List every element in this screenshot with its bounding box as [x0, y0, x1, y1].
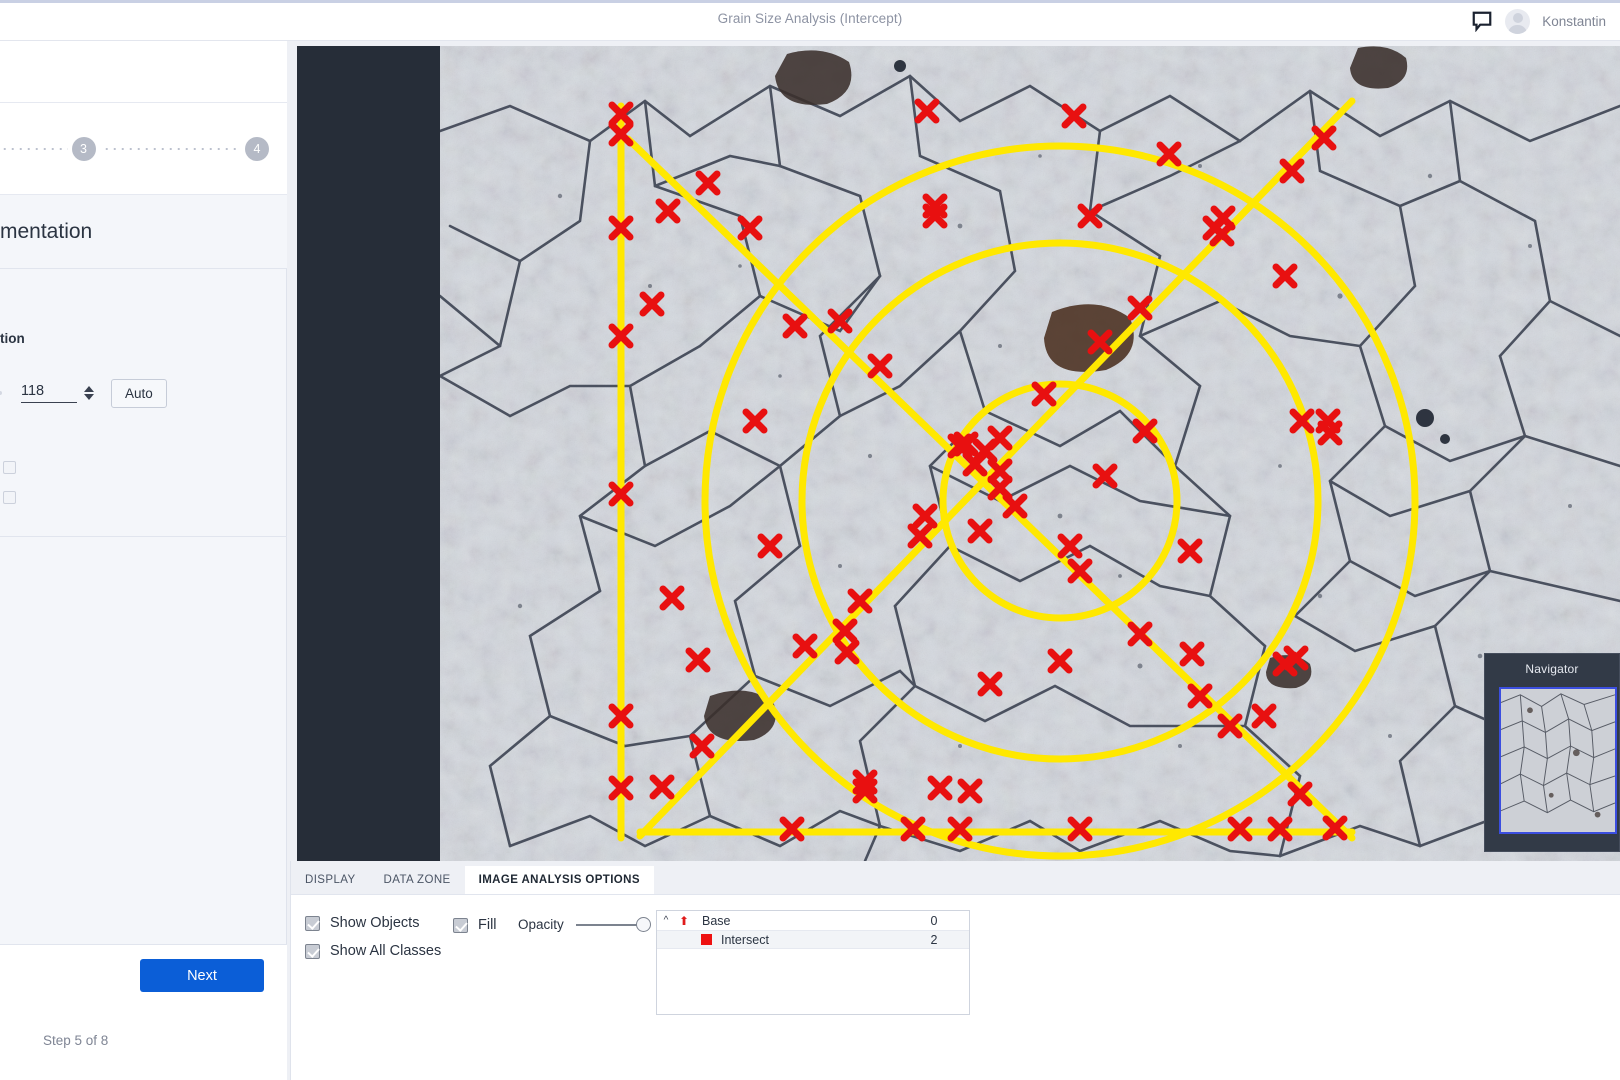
stepper-down-icon[interactable]: [84, 394, 94, 400]
stepper-connector: [99, 147, 241, 150]
show-objects-label: Show Objects: [330, 915, 420, 931]
tab-display[interactable]: DISPLAY: [291, 866, 370, 894]
top-bar: Grain Size Analysis (Intercept) Konstant…: [0, 0, 1620, 41]
wizard-stepper: 2 3 4: [0, 136, 287, 161]
show-all-classes-label: Show All Classes: [330, 943, 442, 959]
sidebar-footer: Next Step 5 of 8: [0, 944, 287, 1080]
chevron-up-icon[interactable]: ^: [657, 915, 675, 926]
class-value: 2: [930, 932, 938, 947]
show-all-classes-row[interactable]: Show All Classes: [305, 943, 441, 959]
opacity-slider-handle[interactable]: [635, 916, 651, 932]
class-name: Intersect: [721, 932, 769, 947]
sort-arrow-icon: ⬆: [678, 913, 690, 928]
avatar[interactable]: [1505, 8, 1531, 34]
step-counter: Step 5 of 8: [43, 1033, 109, 1048]
page-title: Grain Size Analysis (Intercept): [717, 11, 903, 26]
navigator-panel[interactable]: Navigator: [1484, 653, 1620, 852]
threshold-group-label: tion: [0, 331, 25, 346]
class-value: 0: [930, 913, 938, 928]
auto-threshold-button[interactable]: Auto: [111, 378, 167, 408]
bottom-panel: DISPLAY DATA ZONE IMAGE ANALYSIS OPTIONS…: [290, 861, 1620, 1080]
navigator-thumbnail[interactable]: [1499, 687, 1617, 834]
show-objects-row[interactable]: Show Objects: [305, 915, 441, 931]
sidebar-checkbox-2[interactable]: [3, 491, 16, 504]
threshold-controls: 118 Auto: [0, 371, 287, 415]
fill-row[interactable]: Fill: [453, 917, 497, 933]
class-color-swatch: [701, 934, 712, 945]
bottom-panel-body: Show Objects Show All Classes Fill Opaci…: [291, 895, 1620, 1080]
next-button[interactable]: Next: [140, 959, 264, 992]
threshold-slider[interactable]: [0, 391, 2, 395]
navigator-thumbnail-image: [1501, 689, 1615, 832]
threshold-stepper[interactable]: [83, 386, 95, 400]
class-list-table[interactable]: ^ ⬆ Base 0 Intersect 2: [656, 910, 970, 1015]
micrograph-canvas[interactable]: [440, 46, 1620, 861]
tab-image-analysis-options[interactable]: IMAGE ANALYSIS OPTIONS: [464, 866, 654, 894]
stepper-up-icon[interactable]: [84, 386, 94, 392]
fill-label: Fill: [478, 917, 497, 933]
grain-micrograph-with-overlay[interactable]: [440, 46, 1620, 861]
wizard-stepper-card: 2 3 4: [0, 103, 287, 195]
opacity-row: Opacity: [518, 916, 651, 932]
table-row[interactable]: ^ ⬆ Base 0: [657, 911, 969, 930]
wizard-step-4[interactable]: 4: [245, 136, 269, 161]
bottom-panel-tabs: DISPLAY DATA ZONE IMAGE ANALYSIS OPTIONS: [291, 861, 1620, 895]
section-title: mentation: [0, 195, 287, 269]
wizard-step-3[interactable]: 3: [71, 136, 96, 161]
left-sidebar: 2 3 4 mentation tion 118 Auto: [0, 41, 287, 1080]
opacity-slider[interactable]: [575, 916, 651, 932]
opacity-label: Opacity: [518, 917, 564, 932]
application-window: Grain Size Analysis (Intercept) Konstant…: [0, 0, 1620, 1080]
tab-data-zone[interactable]: DATA ZONE: [370, 866, 465, 894]
show-objects-checkbox[interactable]: [305, 915, 320, 931]
sidebar-checkbox-1[interactable]: [3, 461, 16, 474]
stepper-connector: [0, 147, 68, 150]
show-all-classes-checkbox[interactable]: [305, 943, 320, 959]
threshold-value-input[interactable]: 118: [21, 383, 77, 403]
user-name[interactable]: Konstantin: [1542, 14, 1606, 29]
user-area: Konstantin: [1471, 5, 1606, 37]
display-checkbox-group: Show Objects Show All Classes: [305, 915, 441, 971]
navigator-title: Navigator: [1525, 662, 1579, 676]
fill-checkbox[interactable]: [453, 917, 468, 933]
class-name: Base: [702, 913, 731, 928]
table-row[interactable]: Intersect 2: [657, 930, 969, 949]
image-viewer[interactable]: Navigator: [297, 46, 1620, 861]
sidebar-divider: [0, 536, 287, 537]
sidebar-top-card: [0, 41, 287, 103]
speech-bubble-icon[interactable]: [1471, 10, 1493, 32]
